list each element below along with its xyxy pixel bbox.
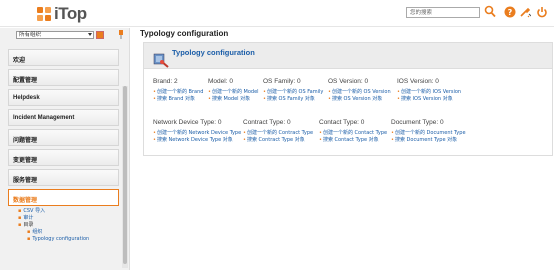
stat-label: Contract Type: 0	[243, 119, 291, 126]
create-contract-type-link[interactable]: 创建一个新的 Contract Type	[247, 130, 313, 136]
svg-text:?: ?	[508, 8, 513, 17]
stat-links: •创建一个新的 Model •搜索 Model 对象	[208, 89, 259, 102]
create-brand-link[interactable]: 创建一个新的 Brand	[157, 89, 203, 95]
stat-label: Document Type: 0	[391, 119, 444, 126]
tools-icon[interactable]	[519, 6, 531, 18]
top-bar: iTop 您的搜索 ?	[0, 0, 554, 27]
stat-os-family: OS Family: 0 •创建一个新的 OS Family •搜索 OS Fa…	[263, 78, 323, 102]
search-icon[interactable]	[484, 5, 496, 18]
stat-label: Contact Type: 0	[319, 119, 365, 126]
stat-os-version: OS Version: 0 •创建一个新的 OS Version •搜索 OS …	[328, 78, 391, 102]
menu-item-service-management[interactable]: 服务管理	[8, 169, 119, 186]
submenu-typology-configuration[interactable]: Typology configuration	[32, 236, 89, 242]
create-document-type-link[interactable]: 创建一个新的 Document Type	[395, 130, 466, 136]
create-network-device-type-link[interactable]: 创建一个新的 Network Device Type	[157, 130, 241, 136]
bullet-icon: ▪	[18, 215, 22, 221]
stat-label: Model: 0	[208, 78, 233, 85]
menu-item-data-management[interactable]: 数据管理	[8, 189, 119, 206]
stat-label: IOS Version: 0	[397, 78, 439, 85]
organization-select-value: 所有组织	[19, 32, 42, 38]
bullet-icon: ▪	[18, 208, 22, 214]
power-icon[interactable]	[536, 6, 548, 18]
organization-select[interactable]: 所有组织	[16, 31, 94, 39]
page-title: Typology configuration	[140, 29, 229, 38]
stat-label: Brand: 2	[153, 78, 178, 85]
stat-document-type: Document Type: 0 •创建一个新的 Document Type •…	[391, 119, 466, 143]
menu-item-incident-management[interactable]: Incident Management	[8, 109, 119, 126]
sidebar: 所有组织 欢迎 配置管理 Helpdesk Incident Managemen…	[0, 28, 130, 270]
search-document-type-link[interactable]: 搜索 Document Type 对象	[395, 137, 457, 143]
logo-icon	[37, 6, 52, 22]
submenu-audit[interactable]: 审计	[23, 215, 33, 221]
logo-text: iTop	[54, 4, 87, 23]
stat-contract-type: Contract Type: 0 •创建一个新的 Contract Type •…	[243, 119, 313, 143]
stat-links: •创建一个新的 OS Family •搜索 OS Family 对象	[263, 89, 324, 102]
stat-label: OS Version: 0	[328, 78, 369, 85]
stat-network-device-type: Network Device Type: 0 •创建一个新的 Network D…	[153, 119, 241, 143]
menu-item-welcome[interactable]: 欢迎	[8, 49, 119, 66]
create-ios-version-link[interactable]: 创建一个新的 IOS Version	[401, 89, 461, 95]
submenu-organization[interactable]: 组织	[32, 229, 42, 235]
stat-links: •创建一个新的 OS Version •搜索 OS Version 对象	[328, 89, 391, 102]
stat-model: Model: 0 •创建一个新的 Model •搜索 Model 对象	[208, 78, 259, 102]
search-network-device-type-link[interactable]: 搜索 Network Device Type 对象	[157, 137, 233, 143]
bullet-icon: ▪	[27, 229, 31, 235]
create-model-link[interactable]: 创建一个新的 Model	[212, 89, 259, 95]
main-menu: 欢迎 配置管理 Helpdesk Incident Management 问题管…	[8, 49, 119, 209]
menu-item-helpdesk[interactable]: Helpdesk	[8, 89, 119, 106]
stat-label: Network Device Type: 0	[153, 119, 222, 126]
menu-item-problem-management[interactable]: 问题管理	[8, 129, 119, 146]
search-brand-link[interactable]: 搜索 Brand 对象	[157, 96, 195, 102]
search-ios-version-link[interactable]: 搜索 IOS Version 对象	[401, 96, 453, 102]
stat-ios-version: IOS Version: 0 •创建一个新的 IOS Version •搜索 I…	[397, 78, 461, 102]
search-model-link[interactable]: 搜索 Model 对象	[212, 96, 250, 102]
panel-title[interactable]: Typology configuration	[172, 48, 255, 57]
stat-links: •创建一个新的 IOS Version •搜索 IOS Version 对象	[397, 89, 462, 102]
stat-links: •创建一个新的 Contract Type •搜索 Contract Type …	[243, 130, 314, 143]
pin-icon[interactable]	[118, 30, 124, 39]
panel-header: Typology configuration	[144, 43, 552, 69]
search-contact-type-link[interactable]: 搜索 Contact Type 对象	[323, 137, 379, 143]
create-contact-type-link[interactable]: 创建一个新的 Contact Type	[323, 130, 387, 136]
search-os-version-link[interactable]: 搜索 OS Version 对象	[332, 96, 382, 102]
menu-item-config-management[interactable]: 配置管理	[8, 69, 119, 86]
chevron-down-icon	[88, 33, 92, 36]
create-os-version-link[interactable]: 创建一个新的 OS Version	[332, 89, 391, 95]
submenu-csv-import[interactable]: CSV 导入	[23, 208, 45, 214]
typology-panel: Typology configuration Brand: 2 •创建一个新的 …	[143, 42, 553, 156]
stat-links: •创建一个新的 Contact Type •搜索 Contact Type 对象	[319, 130, 388, 143]
typology-config-icon	[153, 53, 169, 68]
organization-go-button[interactable]	[96, 31, 104, 39]
scrollbar-thumb[interactable]	[123, 86, 127, 264]
itop-logo[interactable]: iTop	[37, 4, 87, 23]
stat-links: •创建一个新的 Document Type •搜索 Document Type …	[391, 130, 466, 143]
help-icon[interactable]: ?	[504, 6, 516, 18]
bullet-icon: ▪	[18, 222, 22, 228]
sidebar-scrollbar[interactable]	[122, 86, 128, 268]
stat-contact-type: Contact Type: 0 •创建一个新的 Contact Type •搜索…	[319, 119, 387, 143]
search-contract-type-link[interactable]: 搜索 Contract Type 对象	[247, 137, 305, 143]
create-os-family-link[interactable]: 创建一个新的 OS Family	[267, 89, 323, 95]
search-os-family-link[interactable]: 搜索 OS Family 对象	[267, 96, 315, 102]
stat-label: OS Family: 0	[263, 78, 301, 85]
search-input[interactable]: 您的搜索	[406, 7, 480, 18]
stat-brand: Brand: 2 •创建一个新的 Brand •搜索 Brand 对象	[153, 78, 203, 102]
stat-links: •创建一个新的 Brand •搜索 Brand 对象	[153, 89, 204, 102]
submenu-catalog: 目录	[23, 222, 34, 228]
menu-item-change-management[interactable]: 变更管理	[8, 149, 119, 166]
stat-links: •创建一个新的 Network Device Type •搜索 Network …	[153, 130, 242, 143]
bullet-icon: ▪	[27, 236, 31, 242]
data-management-submenu: ▪ CSV 导入 ▪ 审计 ▪ 目录 ▪ 组织 ▪ Typology configurat…	[18, 208, 89, 243]
